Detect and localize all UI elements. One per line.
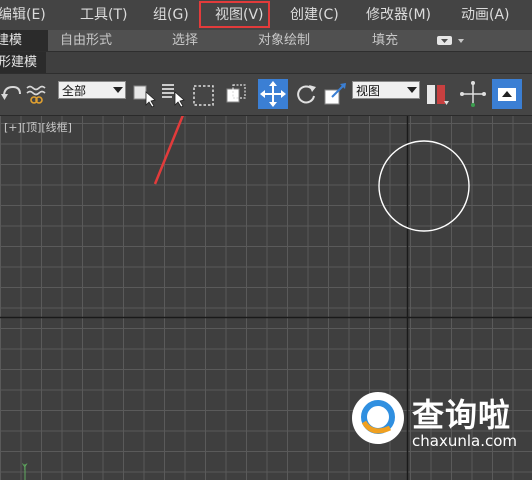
ribbon-tab-selection[interactable]: 选择: [172, 30, 198, 51]
window-crossing-icon[interactable]: [224, 80, 250, 108]
chevron-down-icon: [407, 87, 417, 93]
reference-coordinate-system-select[interactable]: 视图: [352, 81, 420, 99]
main-toolbar: 全部 视图: [0, 74, 532, 116]
watermark-logo-icon: [352, 392, 404, 444]
selection-filter-select[interactable]: 全部: [58, 81, 126, 99]
select-by-name-icon[interactable]: [159, 80, 185, 108]
circle-shape-object: [378, 140, 470, 232]
ribbon-tab-populate[interactable]: 填充: [372, 30, 398, 51]
keyboard-shortcut-override-icon[interactable]: [492, 79, 522, 109]
bind-spacewarp-icon[interactable]: [24, 80, 50, 108]
menu-animation[interactable]: 动画(A): [461, 0, 510, 30]
rectangular-selection-region-icon[interactable]: [191, 80, 217, 108]
watermark-brand-text: 查询啦: [412, 396, 512, 434]
select-and-move-icon[interactable]: [258, 79, 288, 109]
annotation-arrow-shaft: [153, 116, 184, 185]
watermark: 查询啦 chaxunla.com: [352, 384, 526, 464]
reference-coordinate-value: 视图: [356, 84, 381, 98]
select-and-scale-icon[interactable]: [323, 80, 349, 108]
ribbon-subbar: 形建模: [0, 52, 532, 74]
select-object-icon[interactable]: [131, 80, 157, 108]
undo-icon[interactable]: [0, 80, 26, 108]
menu-bar: 编辑(E) 工具(T) 组(G) 视图(V) 创建(C) 修改器(M) 动画(A…: [0, 0, 532, 31]
select-and-rotate-icon[interactable]: [293, 80, 319, 108]
menu-edit[interactable]: 编辑(E): [0, 0, 46, 30]
ribbon-tab-modeling[interactable]: 建模: [0, 30, 48, 51]
menu-view-highlight-box: [199, 1, 270, 28]
select-and-manipulate-icon[interactable]: [460, 80, 486, 108]
pivot-center-icon[interactable]: [424, 80, 450, 108]
chevron-down-icon: [113, 87, 123, 93]
menu-tools[interactable]: 工具(T): [80, 0, 127, 30]
ribbon-tab-freeform[interactable]: 自由形式: [60, 30, 112, 51]
menu-create[interactable]: 创建(C): [290, 0, 339, 30]
selection-filter-value: 全部: [62, 84, 87, 98]
subbar-tab-polygon-modeling[interactable]: 形建模: [0, 52, 46, 73]
ribbon-tab-object-paint[interactable]: 对象绘制: [258, 30, 310, 51]
menu-modifiers[interactable]: 修改器(M): [366, 0, 431, 30]
axis-tripod-y-letter: Y: [21, 463, 28, 473]
ribbon-options-dropdown-icon[interactable]: [436, 34, 466, 47]
menu-group[interactable]: 组(G): [153, 0, 189, 30]
ribbon-tabs: 建模 自由形式 选择 对象绘制 填充: [0, 30, 532, 52]
watermark-domain-text: chaxunla.com: [412, 432, 517, 450]
